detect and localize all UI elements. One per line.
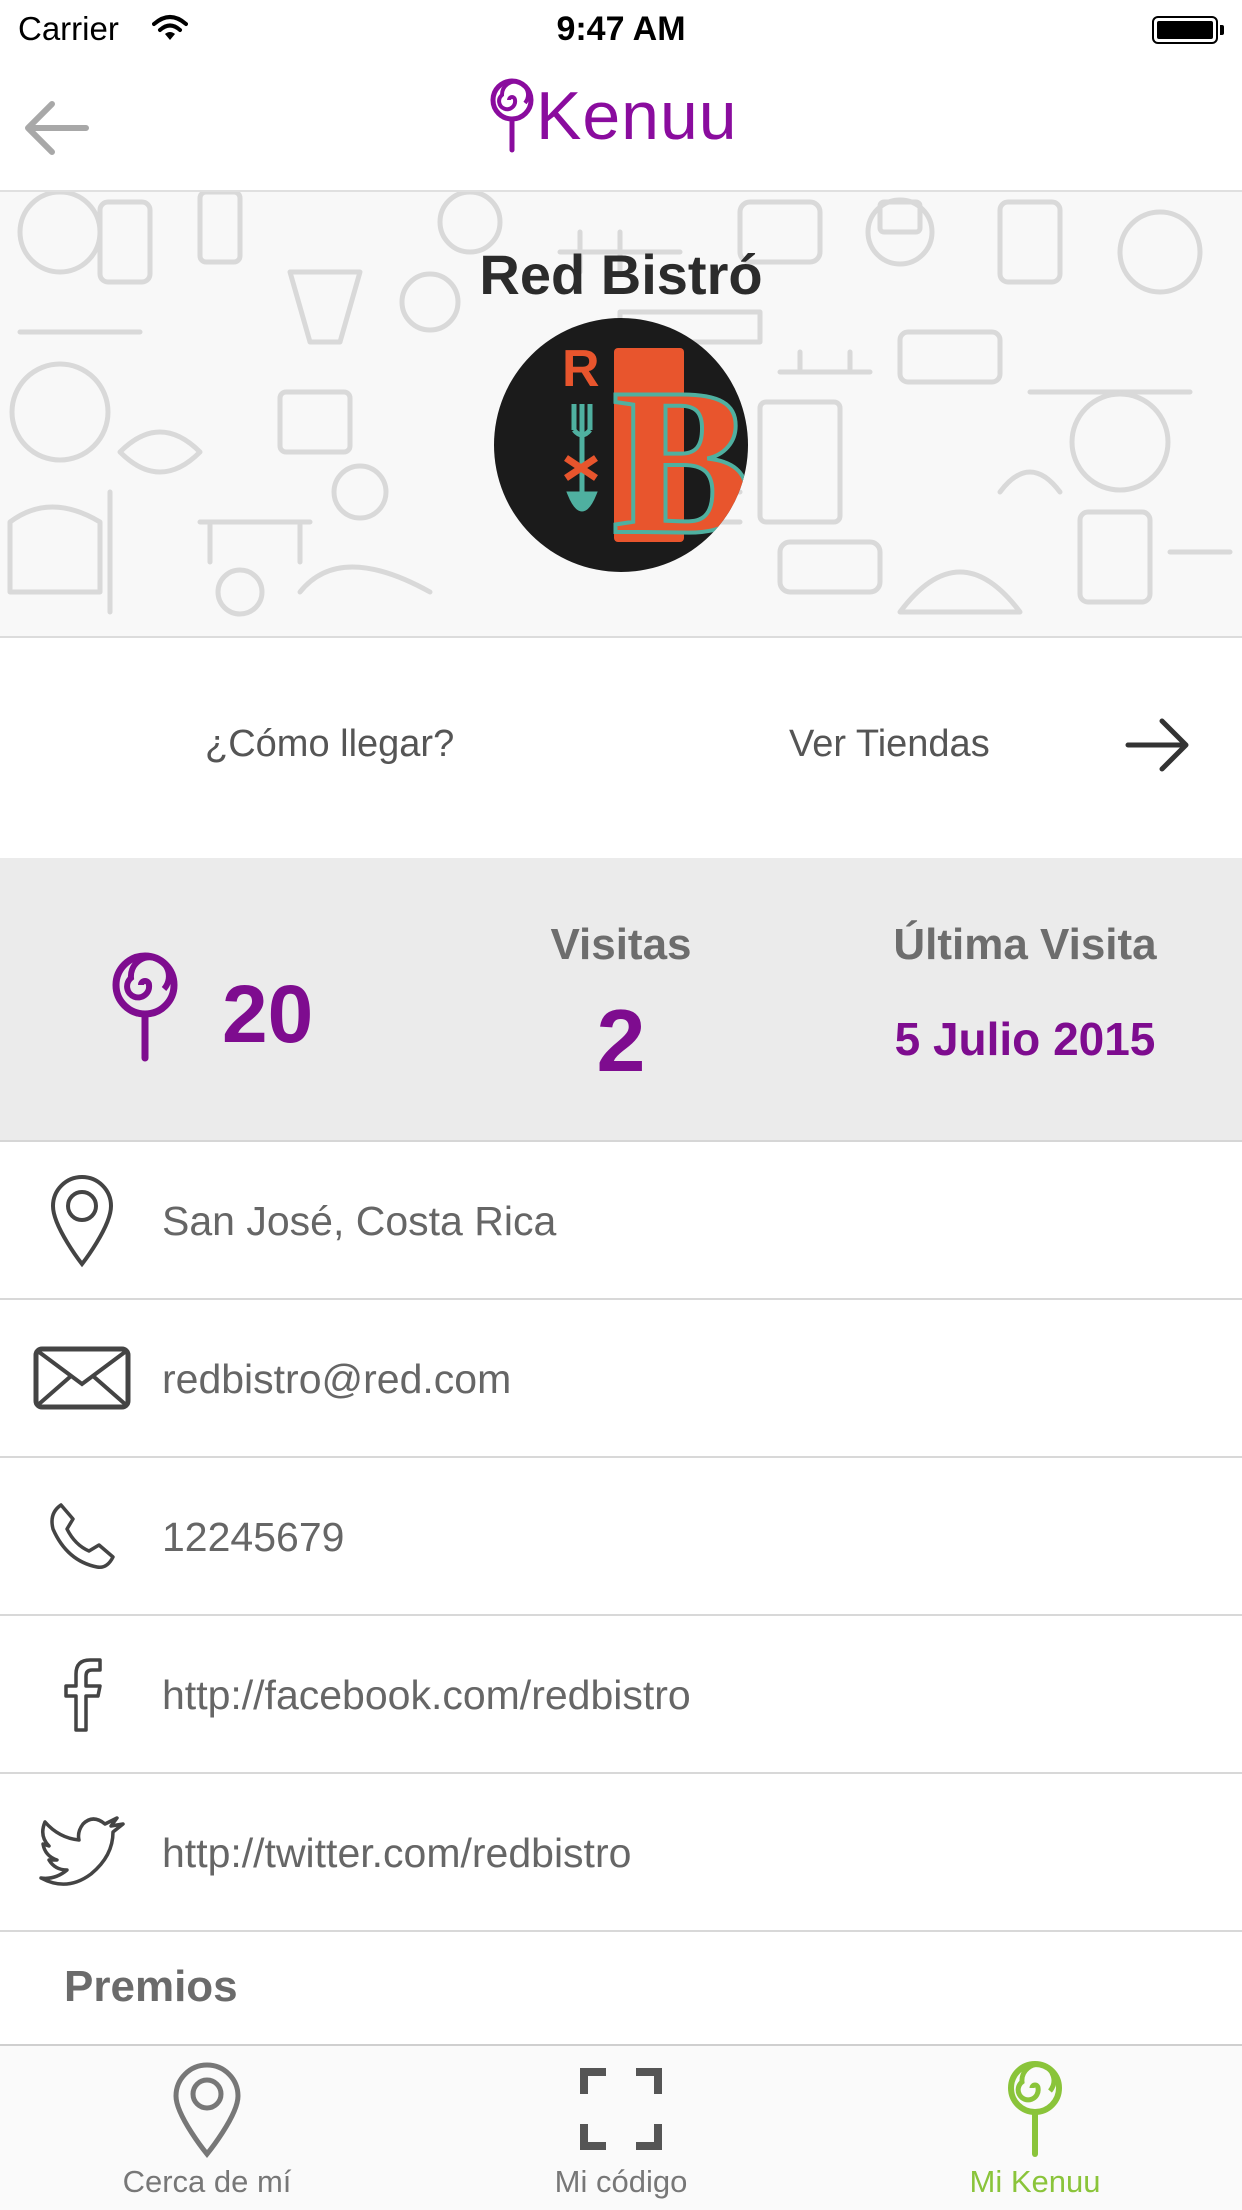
twitter-icon xyxy=(28,1804,136,1900)
kenuu-lollipop-icon xyxy=(828,2060,1242,2158)
back-arrow-icon[interactable] xyxy=(20,92,92,164)
location-pin-icon xyxy=(28,1172,136,1268)
location-pin-icon xyxy=(0,2060,414,2158)
kenuu-logo: Kenuu xyxy=(488,76,738,156)
email-row[interactable]: redbistro@red.com xyxy=(0,1300,1242,1458)
store-logo-art: R B xyxy=(562,340,748,572)
store-logo-letter-r: R xyxy=(562,340,600,398)
qr-scan-icon xyxy=(414,2060,828,2158)
tab-nearby[interactable]: Cerca de mí xyxy=(0,2046,414,2210)
email-text: redbistro@red.com xyxy=(162,1356,512,1402)
view-stores-link[interactable]: Ver Tiendas xyxy=(789,708,990,780)
kenuu-lollipop-icon xyxy=(490,78,534,153)
rewards-section-title: Premios xyxy=(64,1962,238,2011)
store-name: Red Bistró xyxy=(479,243,763,306)
tab-nearby-label: Cerca de mí xyxy=(122,2164,292,2199)
last-visit-label: Última Visita xyxy=(893,920,1157,969)
arrow-right-icon[interactable] xyxy=(1124,710,1194,780)
battery-tip xyxy=(1220,25,1224,35)
facebook-link: http://facebook.com/redbistro xyxy=(162,1672,691,1718)
address-text: San José, Costa Rica xyxy=(162,1198,557,1244)
points-value: 20 xyxy=(222,969,314,1060)
phone-row[interactable]: 12245679 xyxy=(0,1458,1242,1616)
battery-icon xyxy=(1152,16,1218,44)
visits-label: Visitas xyxy=(550,920,692,969)
twitter-link: http://twitter.com/redbistro xyxy=(162,1830,632,1876)
facebook-icon xyxy=(28,1646,136,1742)
phone-text: 12245679 xyxy=(162,1514,345,1560)
address-row[interactable]: San José, Costa Rica xyxy=(0,1142,1242,1300)
tab-my-code-label: Mi código xyxy=(554,2164,688,2199)
kenuu-lollipop-icon xyxy=(112,952,178,1062)
brand-name: Kenuu xyxy=(536,78,738,154)
twitter-row[interactable]: http://twitter.com/redbistro xyxy=(0,1774,1242,1932)
status-time: 9:47 AM xyxy=(556,10,686,48)
tab-my-code[interactable]: Mi código xyxy=(414,2046,828,2210)
store-logo: R B xyxy=(494,318,748,572)
last-visit-value: 5 Julio 2015 xyxy=(894,1013,1156,1065)
tab-my-kenuu[interactable]: Mi Kenuu xyxy=(828,2046,1242,2210)
status-bar: Carrier 9:47 AM xyxy=(0,0,1242,60)
visits-value: 2 xyxy=(596,991,646,1090)
directions-link[interactable]: ¿Cómo llegar? xyxy=(205,708,454,780)
phone-icon xyxy=(28,1488,136,1584)
tab-bar: Cerca de mí Mi código Mi Kenuu xyxy=(0,2044,1242,2210)
facebook-row[interactable]: http://facebook.com/redbistro xyxy=(0,1616,1242,1774)
tab-my-kenuu-label: Mi Kenuu xyxy=(969,2164,1101,2199)
envelope-icon xyxy=(28,1330,136,1426)
